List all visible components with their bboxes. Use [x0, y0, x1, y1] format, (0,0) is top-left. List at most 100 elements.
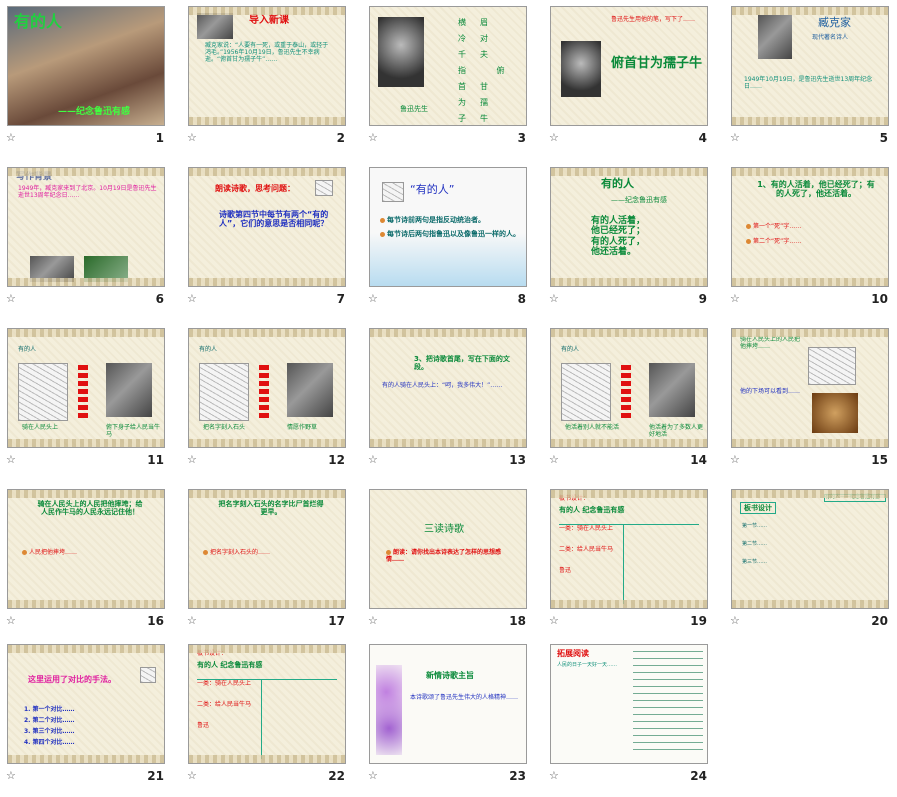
slide-cell-5[interactable]: 臧克家 现代著名诗人 1949年10月19日，是鲁迅先生逝世13周年纪念日…… ☆ 5 [724, 0, 897, 159]
star-icon[interactable]: ☆ [6, 292, 16, 305]
slide-footer: ☆ 12 [187, 453, 347, 469]
slide-cell-22[interactable]: 板书设计： 有的人 纪念鲁迅有感 一类：骑在人民头上 二类：给人民当牛马 鲁迅 ☆ 22 [181, 638, 355, 797]
slide-cell-4[interactable]: 俯首甘为孺子牛 鲁迅先生用他的笔，写下了…… ☆ 4 [543, 0, 717, 159]
slide-cell-10[interactable]: 1、有的人活着，他已经死了；有的人死了，他还活着。 第一个“死”字…… 第二个“死”… [724, 161, 897, 320]
star-icon[interactable]: ☆ [6, 769, 16, 782]
slide-cell-18[interactable]: 三读诗歌 朗读：请你找出本诗表达了怎样的思想感情…… ☆ 18 [362, 483, 536, 642]
illustration-image [18, 363, 68, 421]
slide-number: 17 [328, 614, 345, 628]
slide-thumbnail[interactable]: 骑在人民头上的人民把他摔垮…… 他的下场可以看到…… [731, 328, 889, 448]
slide-cell-14[interactable]: 有的人 他活着别人就不能活 他活着为了多数人更好地活 ☆ 14 [543, 322, 717, 481]
star-icon[interactable]: ☆ [6, 614, 16, 627]
illustration-image [287, 363, 333, 417]
star-icon[interactable]: ☆ [6, 453, 16, 466]
slide-thumbnail[interactable]: 三读诗歌 朗读：请你找出本诗表达了怎样的思想感情…… [369, 489, 527, 609]
list-item: 3. 第三个对比…… [24, 727, 75, 735]
slide-list: 每节诗前两句是指反动统治者。 每节诗后两句指鲁迅以及像鲁迅一样的人。 [380, 216, 522, 244]
list-item: 每节诗后两句指鲁迅以及像鲁迅一样的人。 [380, 230, 522, 238]
illustration-image [106, 363, 152, 417]
slide-thumbnail[interactable]: 写作背景 1949年，臧克家来到了北京。10月19日是鲁迅先生逝世13周年纪念日…… [7, 167, 165, 287]
slide-thumbnail[interactable]: 臧克家 现代著名诗人 1949年10月19日，是鲁迅先生逝世13周年纪念日…… [731, 6, 889, 126]
slide-text: 俯下身子给人民当牛马 [106, 424, 161, 438]
slide-subtitle: ——纪念鲁迅有感 [611, 196, 667, 204]
slide-thumbnail[interactable]: 骑在人民头上的人民把他摔垮；给人民作牛马的人民永远记住他！ 人民把他摔垮…… [7, 489, 165, 609]
slide-thumbnail[interactable]: 新情诗歌主旨 本诗歌颂了鲁迅先生伟大的人格精神…… [369, 644, 527, 764]
star-icon[interactable]: ☆ [549, 292, 559, 305]
star-icon[interactable]: ☆ [187, 292, 197, 305]
star-icon[interactable]: ☆ [730, 131, 740, 144]
illustration-image [808, 347, 856, 385]
flower-decoration [376, 665, 402, 755]
slide-thumbnail[interactable]: 把名字刻入石头的名字比尸首烂得更早。 把名字刻入石头的…… [188, 489, 346, 609]
slide-thumbnail[interactable]: 1、有的人活着，他已经死了；有的人死了，他还活着。 第一个“死”字…… 第二个“死”… [731, 167, 889, 287]
star-icon[interactable]: ☆ [549, 131, 559, 144]
slide-thumbnail[interactable]: 有的人 把名字刻入石头 情愿作野草 [188, 328, 346, 448]
slide-cell-6[interactable]: 写作背景 1949年，臧克家来到了北京。10月19日是鲁迅先生逝世13周年纪念日…… [0, 161, 174, 320]
star-icon[interactable]: ☆ [187, 453, 197, 466]
slide-thumbnail[interactable]: 板书设计： 有的人 纪念鲁迅有感 一类：骑在人民头上 二类：给人民当牛马 鲁迅 [550, 489, 708, 609]
star-icon[interactable]: ☆ [549, 453, 559, 466]
slide-cell-8[interactable]: “有的人” 每节诗前两句是指反动统治者。 每节诗后两句指鲁迅以及像鲁迅一样的人。 ☆ 8 [362, 161, 536, 320]
slide-cell-19[interactable]: 板书设计： 有的人 纪念鲁迅有感 一类：骑在人民头上 二类：给人民当牛马 鲁迅 ☆ 19 [543, 483, 717, 642]
slide-cell-20[interactable]: 板书设计有的人——纪念鲁迅有感第一节……第二节……第三节……☆20 [724, 483, 897, 642]
slide-thumbnail[interactable]: 3、把诗歌首尾，写在下面的文段。 有的人骑在人民头上：“呵，我多伟大！”…… [369, 328, 527, 448]
slide-subtitle: ——纪念鲁迅有感 [58, 107, 131, 117]
slide-cell-13[interactable]: 3、把诗歌首尾，写在下面的文段。 有的人骑在人民头上：“呵，我多伟大！”…… ☆ 13 [362, 322, 536, 481]
slide-thumbnail[interactable]: 板书设计： 有的人 纪念鲁迅有感 一类：骑在人民头上 二类：给人民当牛马 鲁迅 [188, 644, 346, 764]
star-icon[interactable]: ☆ [368, 453, 378, 466]
slide-cell-1[interactable]: 有的人 ——纪念鲁迅有感 ☆ 1 [0, 0, 174, 159]
slide-title: 臧克家 [818, 16, 851, 29]
slide-cell-17[interactable]: 把名字刻入石头的名字比尸首烂得更早。 把名字刻入石头的…… ☆ 17 [181, 483, 355, 642]
slide-cell-12[interactable]: 有的人 把名字刻入石头 情愿作野草 ☆ 12 [181, 322, 355, 481]
slide-thumbnail[interactable]: 这里运用了对比的手法。 1. 第一个对比…… 2. 第二个对比…… 3. 第三个对比…… [7, 644, 165, 764]
star-icon[interactable]: ☆ [187, 131, 197, 144]
slide-list: 1. 第一个对比…… 2. 第二个对比…… 3. 第三个对比…… 4. 第四个对比…… [24, 706, 154, 751]
slide-thumbnail[interactable]: 朗读诗歌，思考问题： 诗歌第四节中每节有两个“有的人”，它们的意思是否相同呢？ [188, 167, 346, 287]
slide-footer: ☆ 16 [6, 614, 166, 630]
star-icon[interactable]: ☆ [730, 453, 740, 466]
border-decoration [189, 645, 345, 653]
slide-cell-15[interactable]: 骑在人民头上的人民把他摔垮…… 他的下场可以看到…… ☆ 15 [724, 322, 897, 481]
slide-thumbnail[interactable]: 有的人 骑在人民头上 俯下身子给人民当牛马 [7, 328, 165, 448]
slide-thumbnail[interactable]: 鲁迅先生 横眉冷对千夫指 俯首甘为孺子牛 [369, 6, 527, 126]
star-icon[interactable]: ☆ [730, 614, 740, 627]
slide-thumbnail[interactable]: 拓展阅读 人民的日子一天好一天…… [550, 644, 708, 764]
slide-cell-11[interactable]: 有的人 骑在人民头上 俯下身子给人民当牛马 ☆ 11 [0, 322, 174, 481]
slide-number: 21 [147, 769, 164, 783]
slide-subtitle: 有的人 纪念鲁迅有感 [559, 506, 625, 514]
star-icon[interactable]: ☆ [187, 614, 197, 627]
star-icon[interactable]: ☆ [549, 769, 559, 782]
slide-thumbnail[interactable]: 有的人 他活着别人就不能活 他活着为了多数人更好地活 [550, 328, 708, 448]
slide-thumbnail[interactable]: 俯首甘为孺子牛 鲁迅先生用他的笔，写下了…… [550, 6, 708, 126]
slide-thumbnail[interactable]: “有的人” 每节诗前两句是指反动统治者。 每节诗后两句指鲁迅以及像鲁迅一样的人。 [369, 167, 527, 287]
star-icon[interactable]: ☆ [368, 769, 378, 782]
slide-number: 7 [336, 292, 345, 306]
star-icon[interactable]: ☆ [368, 292, 378, 305]
star-icon[interactable]: ☆ [6, 131, 16, 144]
slide-footer: ☆ 15 [730, 453, 890, 469]
border-decoration [189, 329, 345, 337]
star-icon[interactable]: ☆ [730, 292, 740, 305]
star-icon[interactable]: ☆ [368, 131, 378, 144]
vertical-heading [621, 365, 631, 419]
board-row: 鲁迅 [197, 721, 210, 729]
star-icon[interactable]: ☆ [549, 614, 559, 627]
slide-cell-3[interactable]: 鲁迅先生 横眉冷对千夫指 俯首甘为孺子牛 ☆ 3 [362, 0, 536, 159]
slide-cell-23[interactable]: 新情诗歌主旨 本诗歌颂了鲁迅先生伟大的人格精神…… ☆ 23 [362, 638, 536, 797]
star-icon[interactable]: ☆ [187, 769, 197, 782]
star-icon[interactable]: ☆ [368, 614, 378, 627]
slide-thumbnail[interactable]: 有的人 ——纪念鲁迅有感 有的人活着， 他已经死了； 有的人死了， 他还活着。 [550, 167, 708, 287]
slide-cell-2[interactable]: 导入新课 臧克家说：“人要有一死，或重于泰山，或轻于鸿毛。”1956年10月19日… [181, 0, 355, 159]
list-item: 第二个“死”字…… [746, 238, 882, 246]
slide-thumbnail[interactable]: 导入新课 臧克家说：“人要有一死，或重于泰山，或轻于鸿毛。”1956年10月19日… [188, 6, 346, 126]
border-decoration [8, 490, 164, 498]
border-decoration [370, 439, 526, 447]
slide-cell-21[interactable]: 这里运用了对比的手法。 1. 第一个对比…… 2. 第二个对比…… 3. 第三个对比…… [0, 638, 174, 797]
slide-thumbnail[interactable]: 板书设计有的人——纪念鲁迅有感第一节……第二节……第三节…… [731, 489, 889, 609]
slide-cell-7[interactable]: 朗读诗歌，思考问题： 诗歌第四节中每节有两个“有的人”，它们的意思是否相同呢？ ☆ 7 [181, 161, 355, 320]
slide-cell-9[interactable]: 有的人 ——纪念鲁迅有感 有的人活着， 他已经死了； 有的人死了， 他还活着。 ☆ 9 [543, 161, 717, 320]
slide-cell-24[interactable]: 拓展阅读 人民的日子一天好一天…… ☆ 24 [543, 638, 717, 797]
slide-thumbnail[interactable]: 有的人 ——纪念鲁迅有感 [7, 6, 165, 126]
poem-line: 他还活着。 [591, 247, 637, 258]
slide-cell-16[interactable]: 骑在人民头上的人民把他摔垮；给人民作牛马的人民永远记住他！ 人民把他摔垮…… ☆ 16 [0, 483, 174, 642]
